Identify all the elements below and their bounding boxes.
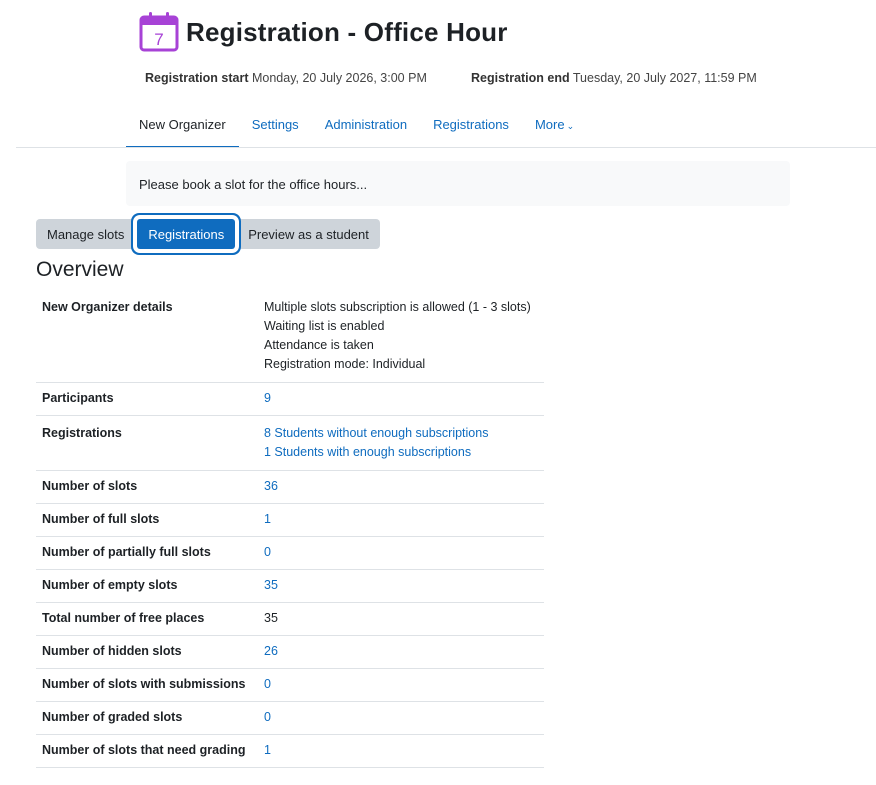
row-label: Number of slots that need grading bbox=[36, 734, 258, 768]
row-value-cell: 1 bbox=[258, 503, 544, 537]
nav-more-label: More bbox=[534, 117, 565, 132]
registration-end-label: Registration end bbox=[471, 71, 570, 85]
calendar-day: 7 bbox=[154, 30, 163, 49]
detail-line: Registration mode: Individual bbox=[264, 357, 426, 371]
page-title: Registration - Office Hour bbox=[186, 16, 508, 47]
table-row: Total number of free places 35 bbox=[36, 602, 544, 636]
nav-divider bbox=[16, 147, 876, 148]
table-row: Number of partially full slots 0 bbox=[36, 536, 544, 570]
row-value-link[interactable]: 1 bbox=[264, 512, 271, 526]
row-value-cell: 1 bbox=[258, 734, 544, 768]
row-label: Total number of free places bbox=[36, 602, 258, 636]
row-value-cell: 0 bbox=[258, 668, 544, 702]
registration-start: Registration start Monday, 20 July 2026,… bbox=[145, 71, 427, 85]
row-value-cell: 35 bbox=[258, 602, 544, 636]
registration-end-value: Tuesday, 20 July 2027, 11:59 PM bbox=[572, 71, 757, 85]
nav-more-menu[interactable]: More ⌄ bbox=[522, 105, 587, 148]
table-row: Number of empty slots 35 bbox=[36, 569, 544, 603]
row-value-cell: 36 bbox=[258, 470, 544, 504]
table-row: Registrations 8 Students without enough … bbox=[36, 415, 544, 471]
row-value-link[interactable]: 1 bbox=[264, 743, 271, 757]
nav-settings[interactable]: Settings bbox=[239, 105, 312, 148]
row-label: Number of full slots bbox=[36, 503, 258, 537]
nav-new-organizer[interactable]: New Organizer bbox=[126, 105, 239, 148]
page-header: 7 Registration - Office Hour bbox=[138, 11, 508, 53]
row-value-cell: 35 bbox=[258, 569, 544, 603]
row-label: Number of graded slots bbox=[36, 701, 258, 735]
row-value: 35 bbox=[264, 611, 278, 625]
row-label: Number of slots with submissions bbox=[36, 668, 258, 702]
row-value-link[interactable]: 0 bbox=[264, 710, 271, 724]
table-row: Number of slots 36 bbox=[36, 470, 544, 504]
organizer-details: Multiple slots subscription is allowed (… bbox=[258, 290, 544, 383]
nav-administration[interactable]: Administration bbox=[312, 105, 420, 148]
row-value-cell: 0 bbox=[258, 536, 544, 570]
row-label: New Organizer details bbox=[36, 290, 258, 383]
row-value-cell: 0 bbox=[258, 701, 544, 735]
row-value-link[interactable]: 26 bbox=[264, 644, 278, 658]
row-value-cell: 26 bbox=[258, 635, 544, 669]
table-row: Number of slots with submissions 0 bbox=[36, 668, 544, 702]
row-label: Number of empty slots bbox=[36, 569, 258, 603]
tab-registrations[interactable]: Registrations bbox=[137, 219, 236, 249]
row-label: Number of slots bbox=[36, 470, 258, 504]
row-label: Participants bbox=[36, 382, 258, 416]
table-row: Number of hidden slots 26 bbox=[36, 635, 544, 669]
table-row: New Organizer details Multiple slots sub… bbox=[36, 290, 544, 383]
row-label: Number of partially full slots bbox=[36, 536, 258, 570]
registration-start-label: Registration start bbox=[145, 71, 249, 85]
table-row: Number of slots that need grading 1 bbox=[36, 734, 544, 768]
intro-text: Please book a slot for the office hours.… bbox=[139, 177, 368, 192]
detail-line: Multiple slots subscription is allowed (… bbox=[264, 300, 531, 314]
overview-heading: Overview bbox=[36, 258, 124, 281]
registration-end: Registration end Tuesday, 20 July 2027, … bbox=[471, 71, 757, 85]
row-value-link[interactable]: 0 bbox=[264, 545, 271, 559]
tab-preview-as-student[interactable]: Preview as a student bbox=[237, 219, 380, 249]
registration-start-value: Monday, 20 July 2026, 3:00 PM bbox=[251, 71, 427, 85]
row-label: Number of hidden slots bbox=[36, 635, 258, 669]
table-row: Number of graded slots 0 bbox=[36, 701, 544, 735]
table-row: Participants 9 bbox=[36, 382, 544, 416]
table-row: Number of full slots 1 bbox=[36, 503, 544, 537]
students-with-enough-link[interactable]: 1 Students with enough subscriptions bbox=[264, 445, 471, 459]
detail-line: Attendance is taken bbox=[264, 338, 374, 352]
students-without-enough-link[interactable]: 8 Students without enough subscriptions bbox=[264, 426, 488, 440]
row-value-link[interactable]: 35 bbox=[264, 578, 278, 592]
row-value-link[interactable]: 0 bbox=[264, 677, 271, 691]
secondary-navigation: New Organizer Settings Administration Re… bbox=[126, 105, 587, 148]
intro-box: Please book a slot for the office hours.… bbox=[126, 161, 790, 206]
registration-dates: Registration start Monday, 20 July 2026,… bbox=[145, 71, 757, 85]
chevron-down-icon: ⌄ bbox=[566, 121, 575, 131]
view-tabs: Manage slots Registrations Preview as a … bbox=[36, 219, 380, 249]
nav-registrations[interactable]: Registrations bbox=[420, 105, 522, 148]
participants-link[interactable]: 9 bbox=[264, 391, 271, 405]
row-value-link[interactable]: 36 bbox=[264, 479, 278, 493]
detail-line: Waiting list is enabled bbox=[264, 319, 385, 333]
calendar-icon: 7 bbox=[139, 12, 179, 52]
overview-table: New Organizer details Multiple slots sub… bbox=[36, 290, 544, 768]
row-label: Registrations bbox=[36, 415, 258, 471]
tab-manage-slots[interactable]: Manage slots bbox=[36, 219, 136, 249]
